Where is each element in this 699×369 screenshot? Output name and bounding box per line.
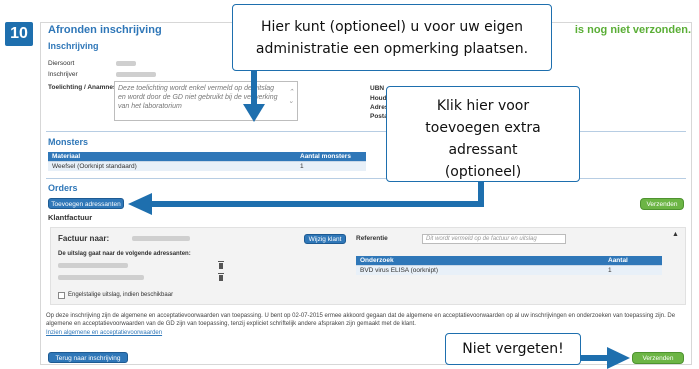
arrow-down-shaft bbox=[251, 71, 257, 107]
arrow-left-shaft bbox=[150, 201, 484, 207]
arrow-down-head bbox=[243, 104, 265, 122]
arrow-right-shaft bbox=[581, 355, 611, 361]
arrow-right-head bbox=[607, 347, 630, 369]
annotation-arrows bbox=[128, 71, 630, 369]
arrow-left-head bbox=[128, 193, 152, 215]
